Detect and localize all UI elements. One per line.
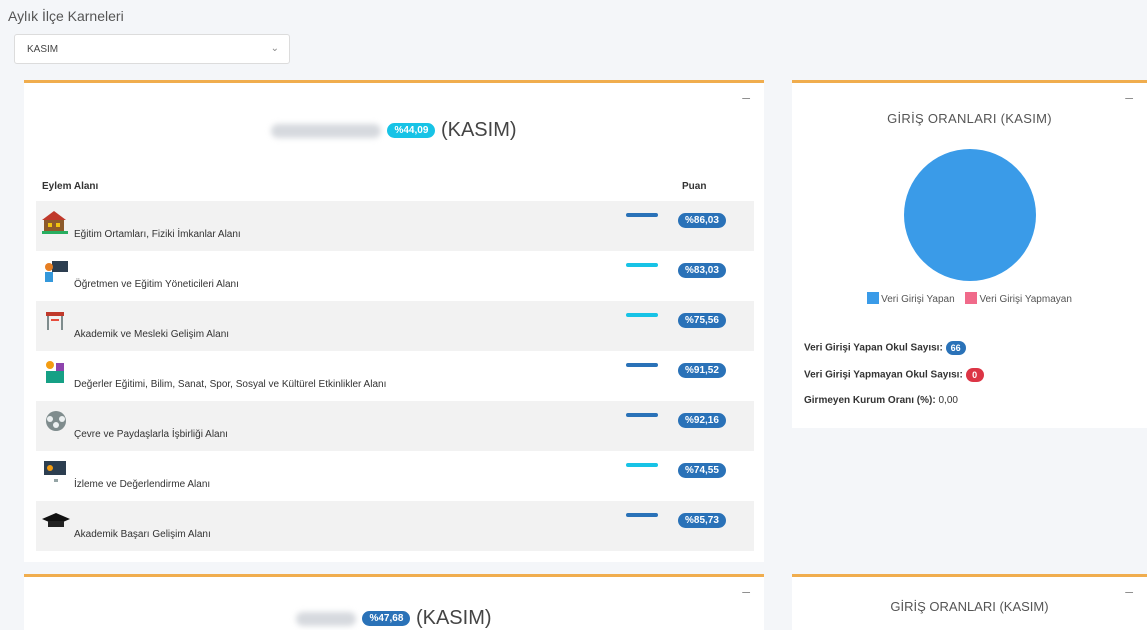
table-row: Değerler Eğitimi, Bilim, Sanat, Spor, So… xyxy=(36,351,754,401)
overall-percent-badge-2: %47,68 xyxy=(362,611,411,627)
score-bar xyxy=(626,263,658,267)
district-scorecard: – %44,09 (KASIM) Eylem Alanı Puan Eğitim… xyxy=(24,80,764,562)
not-entered-count-badge: 0 xyxy=(965,368,984,382)
collaboration-icon xyxy=(42,409,70,435)
month-select[interactable]: KASIM ⌄ xyxy=(14,34,290,64)
table-row: Öğretmen ve Eğitim Yöneticileri Alanı %83… xyxy=(36,251,754,301)
scorecard-heading-2: %47,68 (KASIM) xyxy=(24,607,764,630)
score-badge: %74,55 xyxy=(678,463,726,478)
score-bar xyxy=(626,463,658,467)
table-row: Çevre ve Paydaşlarla İşbirliği Alanı %92,… xyxy=(36,401,754,451)
entry-rates-title-2: GİRİŞ ORANLARI (KASIM) xyxy=(890,599,1049,614)
action-area-table: Eylem Alanı Puan Eğitim Ortamları, Fizik… xyxy=(36,169,754,551)
scorecard-period-2: (KASIM) xyxy=(415,607,492,629)
column-header-area: Eylem Alanı xyxy=(42,181,99,192)
area-label: Akademik ve Mesleki Gelişim Alanı xyxy=(74,329,230,340)
non-entry-rate: Girmeyen Kurum Oranı (%): 0,00 xyxy=(804,395,958,406)
area-label: Öğretmen ve Eğitim Yöneticileri Alanı xyxy=(74,279,239,290)
entry-rates-card: – GİRİŞ ORANLARI (KASIM) Veri Girişi Yap… xyxy=(792,80,1147,428)
table-row: Eğitim Ortamları, Fiziki İmkanlar Alanı%… xyxy=(36,201,754,251)
activities-icon xyxy=(42,359,70,385)
entered-count-badge: 66 xyxy=(945,341,966,355)
chevron-down-icon: ⌄ xyxy=(270,43,279,54)
legend-item-not-entered[interactable]: Veri Girişi Yapmayan xyxy=(965,292,1072,305)
redacted-district-name xyxy=(296,611,357,626)
score-badge: %91,52 xyxy=(678,363,726,378)
teacher-icon xyxy=(42,259,70,285)
collapse-button[interactable]: – xyxy=(742,89,750,105)
collapse-button[interactable]: – xyxy=(742,583,750,599)
classroom-icon xyxy=(42,309,70,335)
table-row: İzleme ve Değerlendirme Alanı %74,55 xyxy=(36,451,754,501)
score-badge: %83,03 xyxy=(678,263,726,278)
month-select-value: KASIM xyxy=(27,44,59,55)
score-badge: %92,16 xyxy=(678,413,726,428)
score-badge: %86,03 xyxy=(678,213,726,228)
legend-item-entered[interactable]: Veri Girişi Yapan xyxy=(867,292,955,305)
area-label: Akademik Başarı Gelişim Alanı xyxy=(74,529,211,540)
score-badge: %85,73 xyxy=(678,513,726,528)
score-bar xyxy=(626,513,658,517)
area-label: Eğitim Ortamları, Fiziki İmkanlar Alanı xyxy=(74,229,241,240)
entry-rates-card-2: – GİRİŞ ORANLARI (KASIM) xyxy=(792,574,1147,630)
not-entered-school-count: Veri Girişi Yapmayan Okul Sayısı: 0 xyxy=(804,368,984,382)
area-label: Değerler Eğitimi, Bilim, Sanat, Spor, So… xyxy=(74,379,387,390)
score-bar xyxy=(626,213,658,217)
scorecard-heading: %44,09 (KASIM) xyxy=(24,119,764,142)
redacted-district-name xyxy=(271,123,382,138)
entered-school-count: Veri Girişi Yapan Okul Sayısı: 66 xyxy=(804,341,966,355)
entry-rate-pie[interactable] xyxy=(904,149,1036,281)
collapse-button[interactable]: – xyxy=(1125,583,1133,599)
table-row: Akademik ve Mesleki Gelişim Alanı %75,56 xyxy=(36,301,754,351)
table-row: Akademik Başarı Gelişim Alanı %85,73 xyxy=(36,501,754,551)
collapse-button[interactable]: – xyxy=(1125,89,1133,105)
entry-rates-title: GİRİŞ ORANLARI (KASIM) xyxy=(887,111,1052,126)
column-header-score: Puan xyxy=(682,181,707,192)
graduation-cap-icon xyxy=(42,509,70,535)
score-badge: %75,56 xyxy=(678,313,726,328)
district-scorecard-2: – %47,68 (KASIM) xyxy=(24,574,764,630)
score-bar xyxy=(626,313,658,317)
table-header: Eylem Alanı Puan xyxy=(36,169,754,201)
area-label: İzleme ve Değerlendirme Alanı xyxy=(74,479,211,490)
area-label: Çevre ve Paydaşlarla İşbirliği Alanı xyxy=(74,429,228,440)
pie-legend: Veri Girişi Yapan Veri Girişi Yapmayan xyxy=(792,292,1147,305)
overall-percent-badge: %44,09 xyxy=(387,123,436,139)
monitor-icon xyxy=(42,459,70,485)
score-bar xyxy=(626,363,658,367)
scorecard-period: (KASIM) xyxy=(440,119,517,141)
page-title: Aylık İlçe Karneleri xyxy=(8,8,124,24)
school-building-icon xyxy=(42,209,70,235)
score-bar xyxy=(626,413,658,417)
